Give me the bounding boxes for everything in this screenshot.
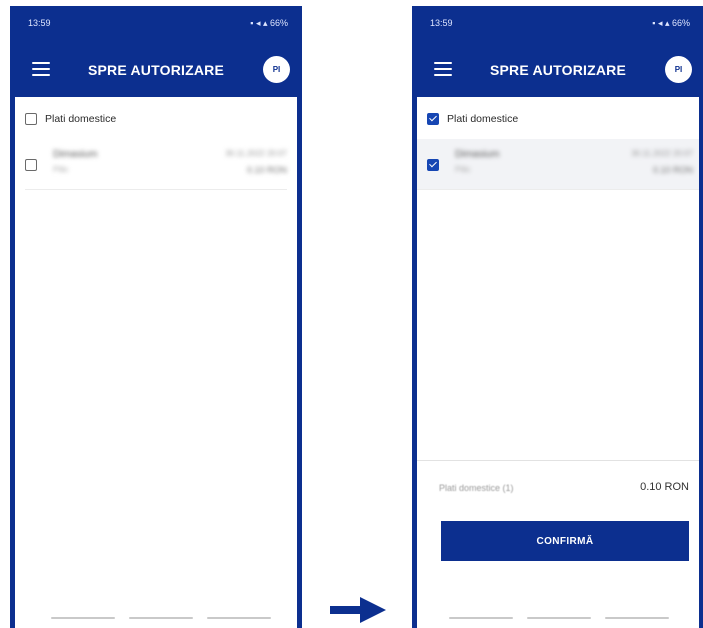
arrow-right-icon bbox=[330, 597, 386, 623]
transaction-name: Dimasium bbox=[53, 149, 98, 160]
app-bar: SPRE AUTORIZARE PI bbox=[412, 46, 703, 96]
status-icons: ▪ ◂ ▴ 66% bbox=[652, 18, 690, 28]
summary-label: Plati domestice (1) bbox=[439, 483, 514, 493]
group-label: Plati domestice bbox=[447, 113, 519, 125]
transaction-row-selected[interactable]: Dimasium Plăc 30.11.2022 20:07 0.10 RON bbox=[417, 139, 699, 190]
status-time: 13:59 bbox=[430, 18, 453, 28]
app-bar: SPRE AUTORIZARE PI bbox=[10, 46, 302, 96]
confirm-button[interactable]: CONFIRMĂ bbox=[441, 521, 689, 561]
system-nav-bar bbox=[417, 617, 699, 620]
transaction-subtitle: Plăc bbox=[53, 165, 69, 174]
transaction-name: Dimasium bbox=[455, 149, 500, 160]
group-checkbox[interactable] bbox=[25, 113, 37, 125]
summary-total: 0.10 RON bbox=[640, 481, 689, 493]
avatar[interactable]: PI bbox=[263, 56, 290, 83]
phone-screen-after: 13:59 ▪ ◂ ▴ 66% SPRE AUTORIZARE PI Plati… bbox=[412, 6, 703, 628]
selection-summary-panel: Plati domestice (1) 0.10 RON CONFIRMĂ bbox=[417, 460, 699, 628]
status-bar: 13:59 ▪ ◂ ▴ 66% bbox=[412, 6, 703, 36]
transaction-checkbox[interactable] bbox=[25, 159, 37, 171]
transaction-amount: 0.10 RON bbox=[246, 165, 287, 175]
page-title: SPRE AUTORIZARE bbox=[87, 62, 224, 78]
transaction-date: 30.11.2022 20:07 bbox=[631, 149, 693, 158]
transaction-subtitle: Plăc bbox=[455, 165, 471, 174]
transaction-date: 30.11.2022 20:07 bbox=[225, 149, 287, 158]
status-bar: 13:59 ▪ ◂ ▴ 66% bbox=[10, 6, 302, 36]
group-checkbox-checked[interactable] bbox=[427, 113, 439, 125]
page-title: SPRE AUTORIZARE bbox=[489, 62, 626, 78]
content-area: Plati domestice Dimasium Plăc 30.11.2022… bbox=[15, 97, 297, 628]
phone-screen-before: 13:59 ▪ ◂ ▴ 66% SPRE AUTORIZARE PI Plati… bbox=[10, 6, 302, 628]
transaction-row[interactable]: Dimasium Plăc 30.11.2022 20:07 0.10 RON bbox=[25, 139, 287, 190]
avatar[interactable]: PI bbox=[665, 56, 692, 83]
status-icons: ▪ ◂ ▴ 66% bbox=[250, 18, 288, 28]
group-select-all[interactable]: Plati domestice bbox=[25, 109, 116, 129]
system-nav-bar bbox=[15, 617, 297, 620]
transaction-amount: 0.10 RON bbox=[652, 165, 693, 175]
status-time: 13:59 bbox=[28, 18, 51, 28]
group-select-all[interactable]: Plati domestice bbox=[427, 109, 518, 129]
content-area: Plati domestice Dimasium Plăc 30.11.2022… bbox=[417, 97, 699, 628]
transaction-checkbox-checked[interactable] bbox=[427, 159, 439, 171]
battery-level: 66% bbox=[671, 18, 690, 28]
group-label: Plati domestice bbox=[45, 113, 117, 125]
battery-level: 66% bbox=[269, 18, 288, 28]
